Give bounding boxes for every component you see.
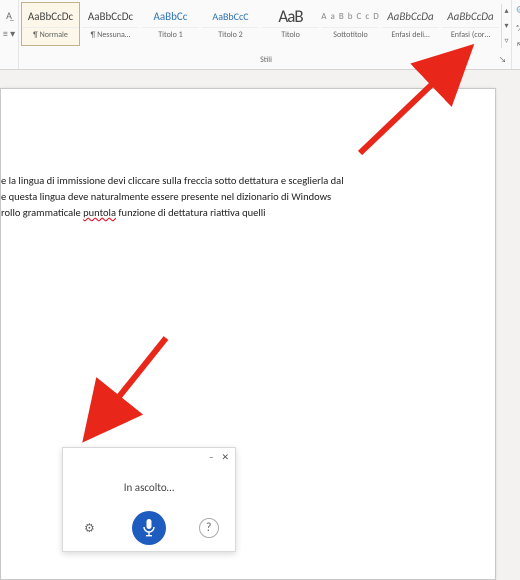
settings-button[interactable]: ⚙ bbox=[79, 518, 99, 538]
document-body-text[interactable]: e la lingua di immissione devi cliccare … bbox=[1, 173, 481, 221]
styles-gallery-scroll: ▴ ▾ ▿ bbox=[501, 4, 511, 48]
style-titolo1[interactable]: AaBbCc Titolo 1 bbox=[141, 2, 200, 46]
style-normale[interactable]: AaBbCcDc ¶ Normale bbox=[21, 2, 80, 46]
styles-scroll-up[interactable]: ▴ bbox=[502, 4, 511, 19]
change-styles-icon[interactable]: A̲ bbox=[0, 8, 18, 22]
replace-button[interactable]: ᵃ⁄ᵇ Sostituisci bbox=[516, 21, 520, 35]
list-icon[interactable]: ≡ ▾ bbox=[0, 26, 18, 40]
styles-gallery: AaBbCcDc ¶ Normale AaBbCcDc ¶ Nessuna… A… bbox=[21, 0, 511, 55]
dictation-popup: – ✕ In ascolto… ⚙ ? bbox=[62, 447, 236, 552]
gear-icon: ⚙ bbox=[84, 521, 95, 536]
styles-expand[interactable]: ▿ bbox=[502, 33, 511, 48]
editing-group: 🔍 Trova ▾ ᵃ⁄ᵇ Sostituisci ↖ Seleziona ▾ … bbox=[511, 0, 520, 69]
ribbon-misc-controls: A̲ ≡ ▾ bbox=[0, 0, 19, 69]
style-enfasi-corsivo[interactable]: AaBbCcDa Enfasi (cor… bbox=[441, 2, 500, 46]
close-button[interactable]: ✕ bbox=[221, 452, 229, 463]
find-button[interactable]: 🔍 Trova ▾ bbox=[516, 4, 520, 18]
styles-scroll-down[interactable]: ▾ bbox=[502, 19, 511, 34]
replace-icon: ᵃ⁄ᵇ bbox=[516, 23, 520, 34]
ribbon: A̲ ≡ ▾ AaBbCcDc ¶ Normale AaBbCcDc ¶ Nes… bbox=[0, 0, 520, 70]
cursor-icon: ↖ bbox=[516, 40, 520, 51]
styles-group: AaBbCcDc ¶ Normale AaBbCcDc ¶ Nessuna… A… bbox=[19, 0, 511, 69]
microphone-icon bbox=[142, 519, 156, 537]
editing-group-label: Modifica bbox=[512, 55, 520, 69]
style-titolo[interactable]: AaB Titolo bbox=[261, 2, 320, 46]
search-icon: 🔍 bbox=[516, 6, 520, 17]
style-titolo2[interactable]: AaBbCcC Titolo 2 bbox=[201, 2, 260, 46]
help-icon: ? bbox=[206, 521, 212, 535]
mic-toggle-button[interactable] bbox=[132, 511, 166, 545]
styles-dialog-launcher[interactable]: ↘ bbox=[499, 55, 506, 65]
spelling-error[interactable]: puntola bbox=[83, 206, 116, 219]
help-button[interactable]: ? bbox=[199, 518, 219, 538]
styles-group-label: Stili ↘ bbox=[21, 55, 511, 69]
style-nessuna[interactable]: AaBbCcDc ¶ Nessuna… bbox=[81, 2, 140, 46]
select-button[interactable]: ↖ Seleziona ▾ bbox=[516, 38, 520, 52]
style-enfasi-delicata[interactable]: AaBbCcDa Enfasi deli… bbox=[381, 2, 440, 46]
dictation-status: In ascolto… bbox=[63, 466, 235, 509]
style-sottotitolo[interactable]: A a B b C c D Sottotitolo bbox=[321, 2, 380, 46]
minimize-button[interactable]: – bbox=[209, 452, 213, 463]
